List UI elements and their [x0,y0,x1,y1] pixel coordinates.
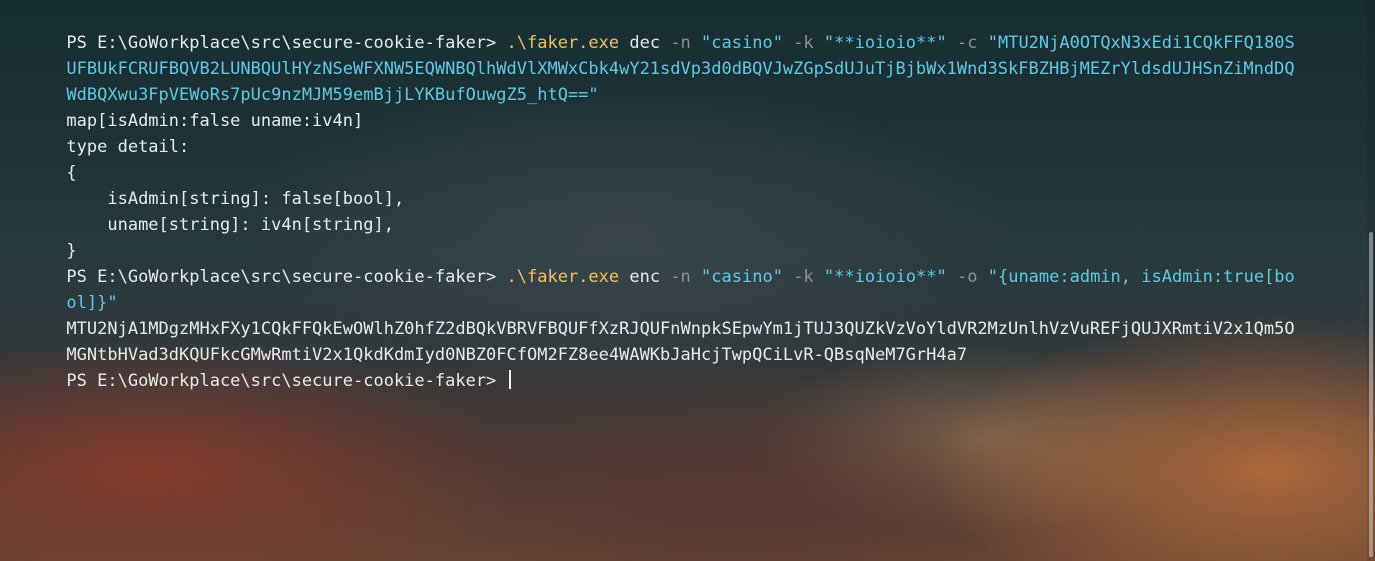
terminal-window: PS E:\GoWorkplace\src\secure-cookie-fake… [0,0,1375,561]
command-argument-object: "{uname:admin, isAdmin:true[bo [987,267,1295,287]
command-argument-object-continued: ol]}" [66,293,118,313]
command-subcommand: enc [619,267,671,287]
command-flag-k: -k [793,267,814,287]
command-argument-cookie: "MTU2NjA0OTQxN3xEdi1CQkFFQ180S [987,33,1295,53]
command-space [814,33,824,53]
decoded-map-output: map[isAdmin:false uname:iv4n] [66,111,364,131]
command-flag-n: -n [670,267,691,287]
command-subcommand: dec [619,33,671,53]
command-space [947,33,957,53]
closing-brace: } [66,241,77,261]
encoded-cookie-output-continued: MGNtbHVad3dKQUFkcGMwRmtiV2x1QkdKdmIyd0NB… [66,345,968,365]
scrollbar-thumb[interactable] [1369,232,1373,557]
command-space [783,33,793,53]
command-space [691,33,701,53]
command-space [814,267,824,287]
type-detail-heading: type detail: [66,137,190,157]
command-space [783,267,793,287]
command-argument-name: "casino" [701,267,783,287]
command-executable: .\faker.exe [506,33,620,53]
uname-detail: uname[string]: iv4n[string], [66,215,394,235]
command-flag-n: -n [670,33,691,53]
command-flag-o: -o [957,267,978,287]
command-flag-c: -c [957,33,978,53]
command-space [977,267,987,287]
command-space [691,267,701,287]
terminal-line-6: { [5,134,1367,183]
command-space [947,267,957,287]
terminal-line-10: PS E:\GoWorkplace\src\secure-cookie-fake… [5,238,1367,287]
prompt-text: PS E:\GoWorkplace\src\secure-cookie-fake… [66,267,507,287]
opening-brace: { [66,163,77,183]
prompt-text: PS E:\GoWorkplace\src\secure-cookie-fake… [66,371,507,391]
text-caret [508,370,511,389]
terminal-output[interactable]: PS E:\GoWorkplace\src\secure-cookie-fake… [5,4,1367,391]
command-argument-key: "**ioioio**" [823,33,947,53]
command-argument-key: "**ioioio**" [823,267,947,287]
terminal-line-1: PS E:\GoWorkplace\src\secure-cookie-fake… [5,4,1367,53]
prompt-text: PS E:\GoWorkplace\src\secure-cookie-fake… [66,33,507,53]
terminal-line-12: MTU2NjA1MDgzMHxFXy1CQkFFQkEwOWlhZ0hfZ2dB… [5,290,1367,339]
terminal-line-7: isAdmin[string]: false[bool], [5,160,1367,209]
command-argument-cookie-continued: WdBQXwu3FpVEWoRs7pUc9nzMJM59emBjjLYKBufO… [66,85,599,105]
command-argument-name: "casino" [701,33,783,53]
command-space [977,33,987,53]
command-executable: .\faker.exe [506,267,620,287]
command-flag-k: -k [793,33,814,53]
encoded-cookie-output: MTU2NjA1MDgzMHxFXy1CQkFFQkEwOWlhZ0hfZ2dB… [66,319,1295,339]
command-argument-cookie-continued: UFBUkFCRUFBQVB2LUNBQUlHYzNSeWFXNW5EQWNBQ… [66,59,1295,79]
is-admin-detail: isAdmin[string]: false[bool], [66,189,405,209]
